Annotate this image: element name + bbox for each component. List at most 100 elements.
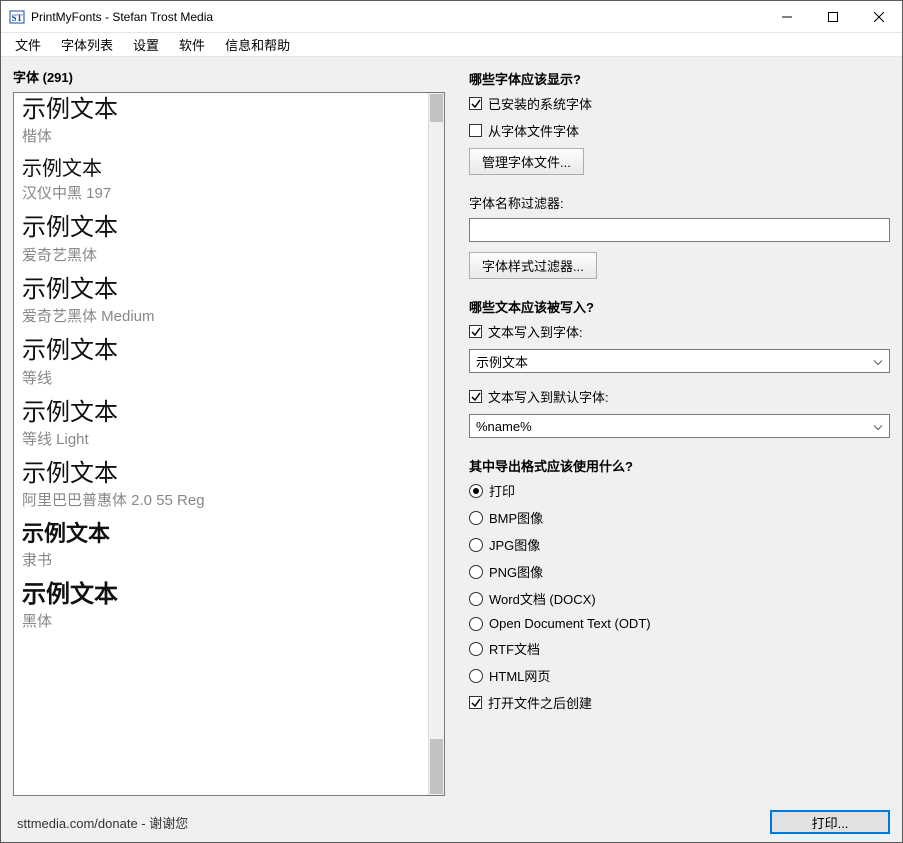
radio-label: Word文档 (DOCX) xyxy=(489,589,596,608)
radio-icon xyxy=(469,617,483,631)
chk-text-default[interactable]: 文本写入到默认字体: xyxy=(469,387,890,406)
radio-icon xyxy=(469,642,483,656)
chevron-down-icon xyxy=(873,354,883,369)
close-button[interactable] xyxy=(856,1,902,32)
font-sample: 示例文本 xyxy=(22,158,428,180)
minimize-button[interactable] xyxy=(764,1,810,32)
font-name: 等线 xyxy=(22,367,428,388)
print-button[interactable]: 打印... xyxy=(770,810,890,834)
left-column: 字体 (291) 示例文本 楷体 示例文本 汉仪中黑 197 示例文本 爱奇艺黑… xyxy=(13,67,445,796)
font-sample: 示例文本 xyxy=(22,338,428,364)
manage-font-files-button[interactable]: 管理字体文件... xyxy=(469,148,584,175)
radio-bmp[interactable]: BMP图像 xyxy=(469,508,890,527)
radio-html[interactable]: HTML网页 xyxy=(469,666,890,685)
section-write-text: 哪些文本应该被写入? xyxy=(469,297,890,316)
chk-label: 文本写入到默认字体: xyxy=(488,387,609,406)
list-item[interactable]: 示例文本 爱奇艺黑体 xyxy=(22,215,428,264)
font-list: 示例文本 楷体 示例文本 汉仪中黑 197 示例文本 爱奇艺黑体 示例文本 爱奇… xyxy=(13,92,445,796)
font-name: 汉仪中黑 197 xyxy=(22,182,428,203)
chevron-down-icon xyxy=(873,419,883,434)
footer: sttmedia.com/donate - 谢谢您 打印... xyxy=(13,802,890,842)
radio-label: RTF文档 xyxy=(489,639,540,658)
menu-file[interactable]: 文件 xyxy=(7,33,49,56)
titlebar: ST PrintMyFonts - Stefan Trost Media xyxy=(1,1,902,33)
radio-label: 打印 xyxy=(489,481,515,500)
app-icon: ST xyxy=(9,9,25,25)
radio-docx[interactable]: Word文档 (DOCX) xyxy=(469,589,890,608)
font-sample: 示例文本 xyxy=(22,277,428,303)
list-item[interactable]: 示例文本 黑体 xyxy=(22,582,428,631)
radio-icon xyxy=(469,565,483,579)
footer-text: sttmedia.com/donate - 谢谢您 xyxy=(13,813,188,832)
name-filter-input[interactable] xyxy=(469,218,890,242)
scrollbar[interactable] xyxy=(428,93,444,795)
radio-icon xyxy=(469,538,483,552)
radio-label: JPG图像 xyxy=(489,535,540,554)
list-item[interactable]: 示例文本 阿里巴巴普惠体 2.0 55 Reg xyxy=(22,461,428,510)
svg-text:ST: ST xyxy=(11,13,22,23)
donate-link[interactable]: sttmedia.com/donate xyxy=(17,816,138,831)
font-sample: 示例文本 xyxy=(22,400,428,426)
menu-software[interactable]: 软件 xyxy=(171,33,213,56)
font-sample: 示例文本 xyxy=(22,582,428,608)
list-item[interactable]: 示例文本 楷体 xyxy=(22,97,428,146)
section-show-fonts: 哪些字体应该显示? xyxy=(469,69,890,88)
window-title: PrintMyFonts - Stefan Trost Media xyxy=(31,10,213,24)
chk-text-in-font[interactable]: 文本写入到字体: xyxy=(469,322,890,341)
list-item[interactable]: 示例文本 隶书 xyxy=(22,522,428,569)
font-sample: 示例文本 xyxy=(22,461,428,487)
font-name: 隶书 xyxy=(22,549,428,570)
font-name: 爱奇艺黑体 Medium xyxy=(22,305,428,326)
font-sample: 示例文本 xyxy=(22,97,428,123)
font-name: 爱奇艺黑体 xyxy=(22,244,428,265)
radio-label: BMP图像 xyxy=(489,508,543,527)
font-name: 等线 Light xyxy=(22,428,428,449)
menu-help[interactable]: 信息和帮助 xyxy=(217,33,298,56)
combo-value: %name% xyxy=(476,419,532,434)
radio-icon xyxy=(469,484,483,498)
radio-print[interactable]: 打印 xyxy=(469,481,890,500)
chk-file-fonts[interactable]: 从字体文件字体 xyxy=(469,121,890,140)
style-filter-button[interactable]: 字体样式过滤器... xyxy=(469,252,597,279)
checkbox-icon xyxy=(469,696,482,709)
chk-label: 打开文件之后创建 xyxy=(488,693,592,712)
scrollbar-thumb[interactable] xyxy=(430,94,443,122)
chk-label: 从字体文件字体 xyxy=(488,121,579,140)
font-sample: 示例文本 xyxy=(22,215,428,241)
thanks-text: - 谢谢您 xyxy=(138,816,189,831)
menu-fontlist[interactable]: 字体列表 xyxy=(53,33,121,56)
checkbox-icon xyxy=(469,97,482,110)
radio-icon xyxy=(469,511,483,525)
radio-label: PNG图像 xyxy=(489,562,543,581)
checkbox-icon xyxy=(469,124,482,137)
menubar: 文件 字体列表 设置 软件 信息和帮助 xyxy=(1,33,902,57)
chk-installed-fonts[interactable]: 已安装的系统字体 xyxy=(469,94,890,113)
radio-icon xyxy=(469,592,483,606)
chk-open-after[interactable]: 打开文件之后创建 xyxy=(469,693,890,712)
list-item[interactable]: 示例文本 汉仪中黑 197 xyxy=(22,158,428,203)
text-default-combo[interactable]: %name% xyxy=(469,414,890,438)
text-in-font-combo[interactable]: 示例文本 xyxy=(469,349,890,373)
list-item[interactable]: 示例文本 爱奇艺黑体 Medium xyxy=(22,277,428,326)
radio-rtf[interactable]: RTF文档 xyxy=(469,639,890,658)
combo-value: 示例文本 xyxy=(476,352,528,371)
checkbox-icon xyxy=(469,325,482,338)
checkbox-icon xyxy=(469,390,482,403)
font-sample: 示例文本 xyxy=(22,522,428,546)
radio-odt[interactable]: Open Document Text (ODT) xyxy=(469,616,890,631)
radio-icon xyxy=(469,669,483,683)
list-item[interactable]: 示例文本 等线 xyxy=(22,338,428,387)
client-area: 字体 (291) 示例文本 楷体 示例文本 汉仪中黑 197 示例文本 爱奇艺黑… xyxy=(1,57,902,842)
right-column: 哪些字体应该显示? 已安装的系统字体 从字体文件字体 管理字体文件... 字体名… xyxy=(469,67,890,796)
maximize-button[interactable] xyxy=(810,1,856,32)
list-item[interactable]: 示例文本 等线 Light xyxy=(22,400,428,449)
name-filter-label: 字体名称过滤器: xyxy=(469,193,890,212)
font-count-label: 字体 (291) xyxy=(13,67,445,86)
chk-label: 文本写入到字体: xyxy=(488,322,583,341)
radio-jpg[interactable]: JPG图像 xyxy=(469,535,890,554)
scrollbar-thumb[interactable] xyxy=(430,739,443,794)
radio-png[interactable]: PNG图像 xyxy=(469,562,890,581)
menu-settings[interactable]: 设置 xyxy=(125,33,167,56)
radio-label: HTML网页 xyxy=(489,666,550,685)
chk-label: 已安装的系统字体 xyxy=(488,94,592,113)
